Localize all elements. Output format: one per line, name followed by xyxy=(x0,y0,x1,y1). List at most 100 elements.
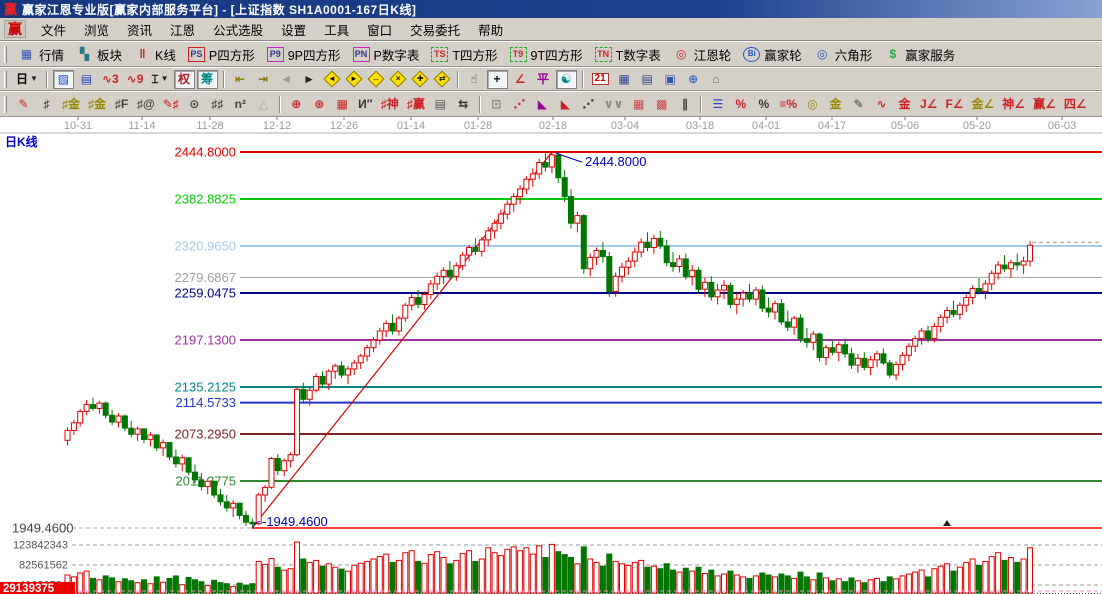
candle[interactable] xyxy=(804,339,809,343)
candle[interactable] xyxy=(1021,261,1026,265)
volume-bar[interactable] xyxy=(460,554,465,593)
candle[interactable] xyxy=(167,443,172,457)
volume-bar[interactable] xyxy=(709,570,714,593)
candle[interactable] xyxy=(148,435,153,440)
volume-bar[interactable] xyxy=(607,554,612,593)
pattern-match-button[interactable]: ☯ xyxy=(556,70,577,89)
candle[interactable] xyxy=(773,304,778,312)
candle[interactable] xyxy=(632,252,637,261)
volume-bar[interactable] xyxy=(996,553,1001,593)
volume-bar[interactable] xyxy=(307,562,312,593)
chip-distribution-button[interactable]: 筹 xyxy=(197,70,218,89)
candle[interactable] xyxy=(645,242,650,247)
volume-bar[interactable] xyxy=(932,569,937,593)
candle[interactable] xyxy=(977,289,982,292)
volume-bar[interactable] xyxy=(683,568,688,593)
volume-bar[interactable] xyxy=(989,557,994,593)
sectors-button[interactable]: ▚板块 xyxy=(70,43,128,65)
candle[interactable] xyxy=(1015,263,1020,265)
volume-bar[interactable] xyxy=(639,560,644,593)
square-number-tool[interactable]: n² xyxy=(230,95,251,114)
candle[interactable] xyxy=(282,461,287,471)
menu-item-9[interactable]: 帮助 xyxy=(469,18,512,41)
candle[interactable] xyxy=(875,354,880,360)
candle[interactable] xyxy=(766,308,771,312)
volume-bar[interactable] xyxy=(396,560,401,593)
volume-bar[interactable] xyxy=(537,546,542,593)
volume-bar[interactable] xyxy=(467,551,472,593)
candle[interactable] xyxy=(479,240,484,251)
calculator-button[interactable]: ▦ xyxy=(614,70,635,89)
candle[interactable] xyxy=(180,458,185,464)
candle[interactable] xyxy=(231,503,236,508)
candle[interactable] xyxy=(71,423,76,431)
volume-bar[interactable] xyxy=(970,559,975,593)
candle[interactable] xyxy=(237,503,242,515)
volume-bar[interactable] xyxy=(428,555,433,593)
gann-fan-tool[interactable]: ⋰ xyxy=(509,95,530,114)
exrights-button[interactable]: 权 xyxy=(174,70,195,89)
wave-band-tool[interactable]: ∿ xyxy=(871,95,892,114)
calendar-button[interactable]: 21 xyxy=(589,70,612,89)
candle[interactable] xyxy=(142,429,147,440)
percent-line-tool[interactable]: ≡% xyxy=(776,95,800,114)
candle[interactable] xyxy=(269,459,274,488)
candle[interactable] xyxy=(683,259,688,277)
volume-bar[interactable] xyxy=(785,576,790,593)
nine-p-square-button[interactable]: P99P四方形 xyxy=(261,43,347,65)
volume-bar[interactable] xyxy=(964,562,969,593)
candle[interactable] xyxy=(926,331,931,339)
candle[interactable] xyxy=(709,282,714,296)
fibonacci-tool[interactable]: ♯F xyxy=(111,95,132,114)
candle[interactable] xyxy=(811,334,816,342)
volume-bar[interactable] xyxy=(447,564,452,593)
candle[interactable] xyxy=(702,282,707,289)
volume-bar[interactable] xyxy=(416,561,421,593)
win-angle-tool[interactable]: 赢∠ xyxy=(1030,95,1059,114)
volume-bar[interactable] xyxy=(339,569,344,593)
gann-box-tool[interactable]: ◣ xyxy=(532,95,553,114)
number-grid-tool[interactable]: ▤ xyxy=(430,95,451,114)
volume-bar[interactable] xyxy=(524,548,529,593)
volume-bar[interactable] xyxy=(244,585,249,593)
volume-bar[interactable] xyxy=(498,556,503,593)
remote-assist-button[interactable]: ⌂ xyxy=(706,70,727,89)
golden-section-tool[interactable]: ♯金 xyxy=(59,95,83,114)
volume-bar[interactable] xyxy=(658,569,663,593)
volume-bar[interactable] xyxy=(690,571,695,593)
line3-button[interactable]: ∿3 xyxy=(99,70,122,89)
volume-bar[interactable] xyxy=(358,563,363,593)
candle[interactable] xyxy=(371,340,376,348)
candle[interactable] xyxy=(97,403,102,408)
candle[interactable] xyxy=(600,251,605,257)
volume-bar[interactable] xyxy=(1028,548,1033,593)
volume-bar[interactable] xyxy=(620,564,625,593)
golden-price-tool[interactable]: ♯金 xyxy=(85,95,109,114)
candle[interactable] xyxy=(792,318,797,327)
candle[interactable] xyxy=(377,331,382,340)
candle[interactable] xyxy=(295,389,300,454)
speed-line-tool[interactable]: ⋰ xyxy=(578,95,599,114)
candle[interactable] xyxy=(428,284,433,295)
candle[interactable] xyxy=(779,304,784,322)
volume-bar[interactable] xyxy=(518,551,523,593)
fan-grid-tool[interactable]: ◣ xyxy=(555,95,576,114)
volume-bar[interactable] xyxy=(632,562,637,593)
volume-bar[interactable] xyxy=(600,566,605,593)
volume-bar[interactable] xyxy=(664,564,669,593)
volume-bar[interactable] xyxy=(1021,559,1026,593)
volume-bar[interactable] xyxy=(581,547,586,593)
candle[interactable] xyxy=(135,429,140,434)
volume-bar[interactable] xyxy=(626,565,631,593)
winner-wheel-button[interactable]: Bi赢家轮 xyxy=(737,43,808,65)
volume-bar[interactable] xyxy=(78,573,83,593)
period-selector[interactable]: 日▼ xyxy=(13,70,41,89)
candle[interactable] xyxy=(696,270,701,289)
candle[interactable] xyxy=(307,390,312,399)
candle[interactable] xyxy=(314,377,319,391)
volume-bar[interactable] xyxy=(486,548,491,593)
candle[interactable] xyxy=(970,289,975,298)
menu-item-8[interactable]: 交易委托 xyxy=(401,18,469,41)
candle[interactable] xyxy=(173,457,178,464)
volume-bar[interactable] xyxy=(435,552,440,593)
